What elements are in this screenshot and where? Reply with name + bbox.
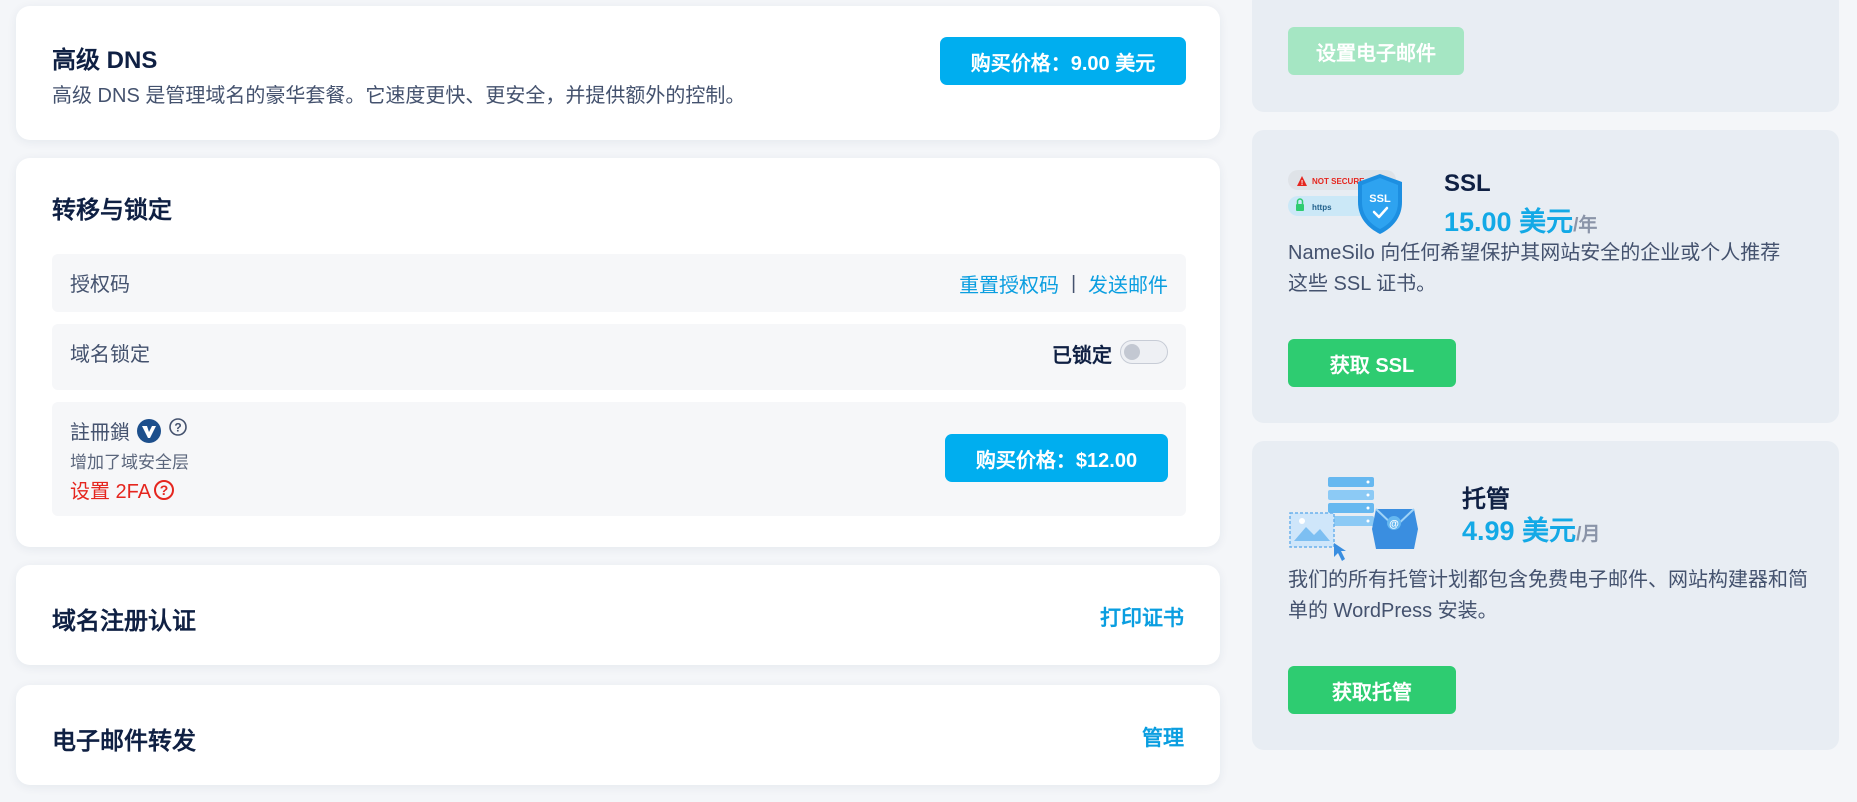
certificate-title: 域名注册认证: [52, 608, 196, 635]
svg-text:!: !: [1301, 180, 1303, 187]
print-certificate-link[interactable]: 打印证书: [1100, 602, 1184, 632]
ssl-description: NameSilo 向任何希望保护其网站安全的企业或个人推荐这些 SSL 证书。: [1288, 242, 1781, 295]
hosting-description: 我们的所有托管计划都包含免费电子邮件、网站构建器和简单的 WordPress 安…: [1288, 569, 1808, 622]
premium-dns-card: 高级 DNS 高级 DNS 是管理域名的豪华套餐。它速度更快、更安全，并提供额外…: [16, 6, 1220, 140]
auth-code-label: 授权码: [70, 274, 130, 296]
domain-lock-label: 域名锁定: [70, 344, 150, 366]
ssl-illustration: ! NOT SECURE https SSL: [1288, 166, 1404, 238]
ssl-price-value: 15.00 美元: [1444, 207, 1574, 237]
domain-lock-status: 已锁定: [1052, 345, 1112, 367]
ssl-promo-card: ! NOT SECURE https SSL SSL 15.00 美元/年 Na…: [1252, 130, 1839, 423]
ssl-price-unit: /年: [1573, 215, 1598, 236]
registry-lock-row: 註冊鎖 ? 增加了域安全层 设置 2FA ? 购买价格：$12.00: [52, 402, 1186, 516]
ssl-price: 15.00 美元/年: [1444, 200, 1597, 239]
domain-lock-row: 域名锁定 已锁定: [52, 324, 1186, 390]
hosting-price-value: 4.99 美元: [1462, 516, 1577, 546]
domain-lock-toggle[interactable]: [1120, 340, 1168, 364]
email-promo-card: 设置电子邮件: [1252, 0, 1839, 112]
auth-code-row: 授权码 重置授权码 | 发送邮件: [52, 254, 1186, 312]
svg-text:SSL: SSL: [1369, 193, 1391, 205]
setup-email-button[interactable]: 设置电子邮件: [1288, 27, 1464, 75]
registry-lock-buy-button[interactable]: 购买价格：$12.00: [945, 434, 1168, 482]
reset-auth-code-link[interactable]: 重置授权码: [959, 269, 1059, 298]
hosting-promo-card: @ 托管 4.99 美元/月 我们的所有托管计划都包含免费电子邮件、网站构建器和…: [1252, 441, 1839, 750]
link-separator: |: [1071, 272, 1076, 294]
toggle-knob: [1124, 344, 1140, 360]
manage-email-forwarding-link[interactable]: 管理: [1142, 722, 1184, 752]
help-icon[interactable]: ?: [168, 417, 188, 437]
ssl-title: SSL: [1444, 170, 1491, 197]
svg-text:@: @: [1389, 519, 1399, 530]
email-forwarding-title: 电子邮件转发: [52, 728, 196, 755]
svg-text:NOT SECURE: NOT SECURE: [1312, 177, 1365, 186]
premium-dns-description: 高级 DNS 是管理域名的豪华套餐。它速度更快、更安全，并提供额外的控制。: [52, 85, 746, 107]
send-email-link[interactable]: 发送邮件: [1088, 269, 1168, 298]
premium-dns-buy-button[interactable]: 购买价格：9.00 美元: [940, 37, 1186, 85]
get-hosting-button[interactable]: 获取托管: [1288, 666, 1456, 714]
svg-text:?: ?: [160, 482, 169, 498]
red-help-icon: ?: [153, 479, 175, 501]
transfer-lock-title: 转移与锁定: [52, 197, 172, 224]
verisign-icon: [136, 418, 162, 444]
email-forwarding-card: 电子邮件转发 管理: [16, 685, 1220, 785]
premium-dns-title: 高级 DNS: [52, 47, 158, 74]
setup-2fa-label: 设置 2FA: [70, 481, 152, 503]
auth-code-actions: 重置授权码 | 发送邮件: [959, 269, 1168, 298]
hosting-price-unit: /月: [1576, 524, 1601, 545]
transfer-lock-card: 转移与锁定 授权码 重置授权码 | 发送邮件 域名锁定 已锁定 註冊鎖 ? 增加…: [16, 158, 1220, 547]
registry-lock-header: 註冊鎖 ?: [70, 416, 188, 445]
certificate-card: 域名注册认证 打印证书: [16, 565, 1220, 665]
svg-text:https: https: [1312, 203, 1332, 212]
get-ssl-button[interactable]: 获取 SSL: [1288, 339, 1456, 387]
registry-lock-subtitle: 增加了域安全层: [70, 453, 189, 472]
registry-lock-label: 註冊鎖: [70, 422, 130, 444]
hosting-price: 4.99 美元/月: [1462, 509, 1600, 548]
hosting-illustration: @: [1288, 475, 1420, 561]
setup-2fa-link[interactable]: 设置 2FA ?: [70, 475, 175, 504]
svg-text:?: ?: [174, 420, 181, 434]
